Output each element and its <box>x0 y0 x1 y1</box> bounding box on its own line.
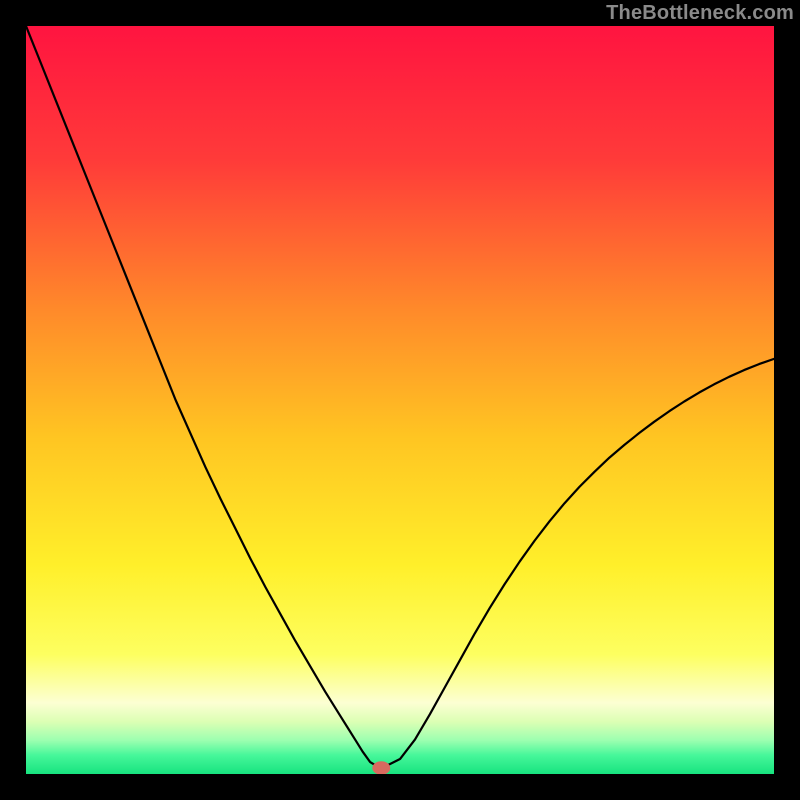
bottleneck-chart <box>26 26 774 774</box>
watermark-text: TheBottleneck.com <box>606 2 794 25</box>
chart-frame <box>26 26 774 774</box>
gradient-background <box>26 26 774 774</box>
